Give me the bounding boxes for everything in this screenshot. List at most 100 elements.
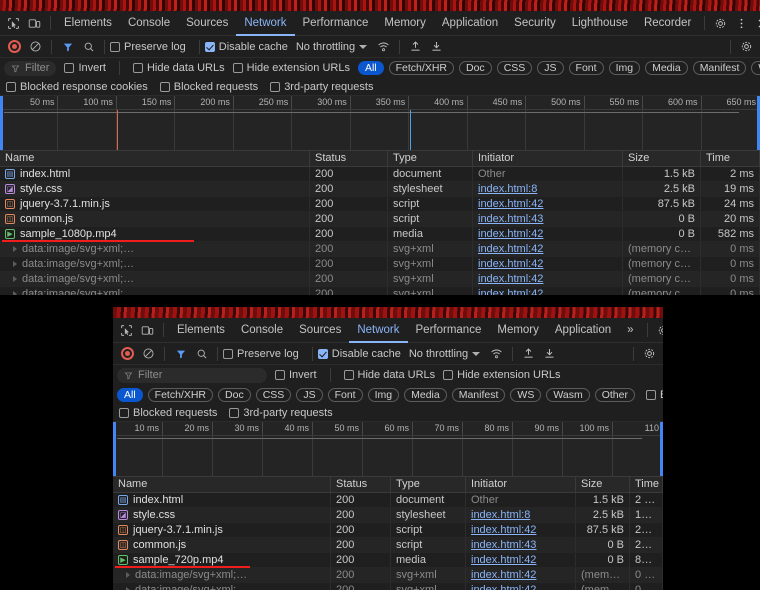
cell-name[interactable]: ▶ sample_720p.mp4 (113, 553, 331, 567)
initiator-link[interactable]: index.html:8 (471, 509, 530, 521)
inspect-icon[interactable] (3, 13, 24, 34)
chip-js[interactable]: JS (537, 61, 564, 75)
chip-css[interactable]: CSS (496, 61, 533, 75)
cell-name[interactable]: ▶ sample_1080p.mp4 (0, 227, 310, 241)
table-row[interactable]: ▤ index.html 200 document Other 1.5 kB 2 ms (0, 167, 760, 182)
cell-name[interactable]: data:image/svg+xml;… (0, 257, 310, 271)
tab-recorder[interactable]: Recorder (636, 11, 699, 36)
initiator-link[interactable]: index.html:42 (471, 554, 536, 566)
initiator-link[interactable]: index.html:42 (471, 569, 536, 581)
chip-all[interactable]: All (357, 61, 384, 75)
chip-wasm[interactable]: Wasm (546, 387, 590, 402)
tab-network[interactable]: Network (349, 318, 407, 343)
inspect-icon[interactable] (116, 320, 137, 341)
chip-doc[interactable]: Doc (459, 61, 492, 75)
device-toggle-icon[interactable] (137, 320, 158, 341)
search-input[interactable]: Filter (4, 60, 57, 76)
cell-name[interactable]: data:image/svg+xml;… (0, 272, 310, 286)
record-icon[interactable] (117, 343, 138, 364)
table-row[interactable]: data:image/svg+xml;… 200 svg+xml index.html… (0, 242, 760, 257)
cell-name[interactable]: data:image/svg+xml;… (113, 583, 331, 590)
tab-elements[interactable]: Elements (56, 11, 120, 36)
table-row[interactable]: ◪ style.css 200 stylesheet index.html:8 2.5 k… (0, 182, 760, 197)
filter-icon[interactable] (170, 343, 191, 364)
network-settings-gear-icon[interactable] (736, 36, 757, 57)
column-header-type[interactable]: Type (391, 477, 466, 492)
chip-media[interactable]: Media (645, 61, 688, 75)
column-header-initiator[interactable]: Initiator (466, 477, 576, 492)
tab-security[interactable]: Security (506, 11, 564, 36)
table-row[interactable]: data:image/svg+xml;… 200 svg+xml index.html… (113, 583, 663, 590)
timeline-selection-left-handle[interactable] (113, 422, 116, 476)
initiator-link[interactable]: index.html:42 (478, 258, 543, 270)
cell-name[interactable]: ▤ index.html (0, 167, 310, 181)
column-header-status[interactable]: Status (331, 477, 391, 492)
cell-name[interactable]: ▤ index.html (113, 493, 331, 507)
initiator-link[interactable]: index.html:42 (471, 584, 536, 590)
requests-table-body[interactable]: ▤ index.html 200 document Other 1.5 kB 2 ms ◪ st… (113, 493, 663, 590)
requests-table-header[interactable]: Name Status Type Initiator Size Time (113, 477, 663, 493)
column-header-name[interactable]: Name (0, 151, 310, 166)
table-row[interactable]: ▤ index.html 200 document Other 1.5 kB 2 ms (113, 493, 663, 508)
chip-manifest[interactable]: Manifest (451, 387, 506, 402)
table-row[interactable]: ◫ jquery-3.7.1.min.js 200 script index.html:… (113, 523, 663, 538)
tab-application[interactable]: Application (547, 318, 619, 343)
network-conditions-icon[interactable] (486, 343, 507, 364)
column-header-name[interactable]: Name (113, 477, 331, 492)
table-row[interactable]: ▶ sample_720p.mp4 200 media index.html:42 0 B… (113, 553, 663, 568)
table-row[interactable]: data:image/svg+xml;… 200 svg+xml index.html… (0, 257, 760, 272)
chip-img[interactable]: Img (608, 61, 641, 75)
hide-extension-urls-checkbox[interactable]: Hide extension URLs (232, 62, 350, 74)
requests-table-header[interactable]: Name Status Type Initiator Size Time (0, 151, 760, 167)
export-har-icon[interactable] (539, 343, 560, 364)
clear-icon[interactable] (138, 343, 159, 364)
table-row[interactable]: ◫ common.js 200 script index.html:43 0 B 20 ms (0, 212, 760, 227)
tab-sources[interactable]: Sources (178, 11, 236, 36)
chip-fetch-xhr[interactable]: Fetch/XHR (388, 61, 454, 75)
blocked-requests-checkbox[interactable]: Blocked requests (119, 407, 217, 419)
expand-triangle-icon[interactable] (13, 276, 17, 282)
tab-elements[interactable]: Elements (169, 318, 233, 343)
cell-name[interactable]: ◪ style.css (0, 182, 310, 196)
throttling-dropdown[interactable]: No throttling (409, 348, 481, 360)
chip-media[interactable]: Media (404, 387, 447, 402)
expand-triangle-icon[interactable] (13, 261, 17, 267)
initiator-link[interactable]: index.html:42 (471, 524, 536, 536)
initiator-link[interactable]: index.html:42 (478, 228, 543, 240)
device-toggle-icon[interactable] (24, 13, 45, 34)
chip-other[interactable]: Other (594, 387, 635, 402)
table-row[interactable]: data:image/svg+xml;… 200 svg+xml index.html… (113, 568, 663, 583)
filter-icon[interactable] (57, 36, 78, 57)
invert-checkbox[interactable]: Invert (64, 62, 106, 74)
initiator-link[interactable]: index.html:42 (478, 288, 543, 295)
tab-performance[interactable]: Performance (408, 318, 490, 343)
initiator-link[interactable]: index.html:8 (478, 183, 537, 195)
tab-performance[interactable]: Performance (295, 11, 377, 36)
chip-fetch-xhr[interactable]: Fetch/XHR (147, 387, 214, 402)
blocked-response-cookies-checkbox[interactable]: Blocked response cookies (645, 389, 663, 401)
tab-lighthouse[interactable]: Lighthouse (564, 11, 636, 36)
invert-checkbox[interactable]: Invert (275, 369, 317, 381)
network-conditions-icon[interactable] (373, 36, 394, 57)
blocked-requests-checkbox[interactable]: Blocked requests (159, 81, 258, 93)
search-input[interactable]: Filter (117, 367, 267, 383)
timeline-selection-right-handle[interactable] (660, 422, 663, 476)
import-har-icon[interactable] (405, 36, 426, 57)
third-party-requests-checkbox[interactable]: 3rd-party requests (229, 407, 333, 419)
chip-img[interactable]: Img (367, 387, 400, 402)
network-overview-timeline[interactable]: 10 ms 20 ms 30 ms 40 ms 50 ms 60 ms 70 ms 80 ms… (113, 422, 663, 477)
column-header-type[interactable]: Type (388, 151, 473, 166)
tab-application[interactable]: Application (434, 11, 506, 36)
table-row[interactable]: data:image/svg+xml;… 200 svg+xml index.html… (0, 272, 760, 287)
expand-triangle-icon[interactable] (126, 572, 130, 578)
cell-name[interactable]: ◫ common.js (113, 538, 331, 552)
column-header-size[interactable]: Size (623, 151, 701, 166)
import-har-icon[interactable] (518, 343, 539, 364)
column-header-size[interactable]: Size (576, 477, 630, 492)
settings-gear-icon[interactable] (710, 13, 731, 34)
cell-name[interactable]: ◫ jquery-3.7.1.min.js (0, 197, 310, 211)
chip-manifest[interactable]: Manifest (692, 61, 747, 75)
chip-css[interactable]: CSS (255, 387, 292, 402)
search-icon[interactable] (191, 343, 212, 364)
column-header-time[interactable]: Time (630, 477, 663, 492)
